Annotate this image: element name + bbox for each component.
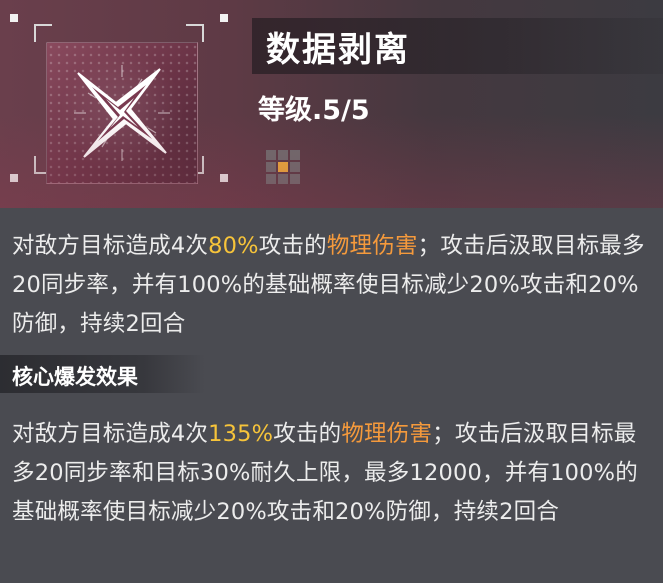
core-burst-description: 对敌方目标造成4次135%攻击的物理伤害；攻击后汲取目标最多20同步率和目标30…	[12, 415, 657, 532]
level-cell	[290, 174, 300, 184]
level-cell	[290, 150, 300, 160]
level-indicator-grid	[266, 150, 300, 184]
damage-type: 物理伤害	[341, 421, 433, 447]
frame-corner-dot	[220, 174, 228, 182]
frame-bracket	[34, 156, 52, 174]
description-text: 对敌方目标造成4次	[12, 421, 209, 447]
frame-bracket	[186, 24, 204, 42]
level-cell	[266, 162, 276, 172]
base-chance-term: 基础概率	[12, 499, 103, 525]
frame-bracket	[186, 156, 204, 174]
frame-corner-dot	[10, 14, 18, 22]
base-chance-term: 基础概率	[265, 272, 356, 298]
frame-corner-dot	[220, 14, 228, 22]
skill-name: 数据剥离	[266, 30, 410, 70]
level-cell	[266, 150, 276, 160]
description-text: 使目标减少20%攻击和20%防御，持续2回合	[102, 499, 560, 525]
level-cell	[290, 162, 300, 172]
level-cell	[266, 174, 276, 184]
damage-percent: 80%	[208, 233, 259, 259]
damage-percent: 135%	[208, 421, 274, 447]
description-text: 攻击的	[258, 233, 327, 259]
level-cell	[278, 174, 288, 184]
skill-icon-frame	[10, 12, 228, 192]
level-cell-active	[278, 162, 288, 172]
shuriken-star-icon	[74, 65, 170, 161]
skill-description: 对敌方目标造成4次80%攻击的物理伤害；攻击后汲取目标最多20同步率，并有100…	[12, 227, 657, 344]
title-bar	[252, 18, 663, 74]
frame-corner-dot	[10, 174, 18, 182]
description-text: 攻击的	[273, 421, 342, 447]
skill-level: 等级.5/5	[258, 95, 370, 126]
core-burst-title: 核心爆发效果	[12, 365, 138, 389]
level-cell	[278, 150, 288, 160]
description-text: 对敌方目标造成4次	[12, 233, 209, 259]
frame-bracket	[34, 24, 52, 42]
skill-icon-tile	[46, 42, 198, 184]
damage-type: 物理伤害	[326, 233, 418, 259]
skill-header: 数据剥离 等级.5/5	[0, 0, 663, 208]
